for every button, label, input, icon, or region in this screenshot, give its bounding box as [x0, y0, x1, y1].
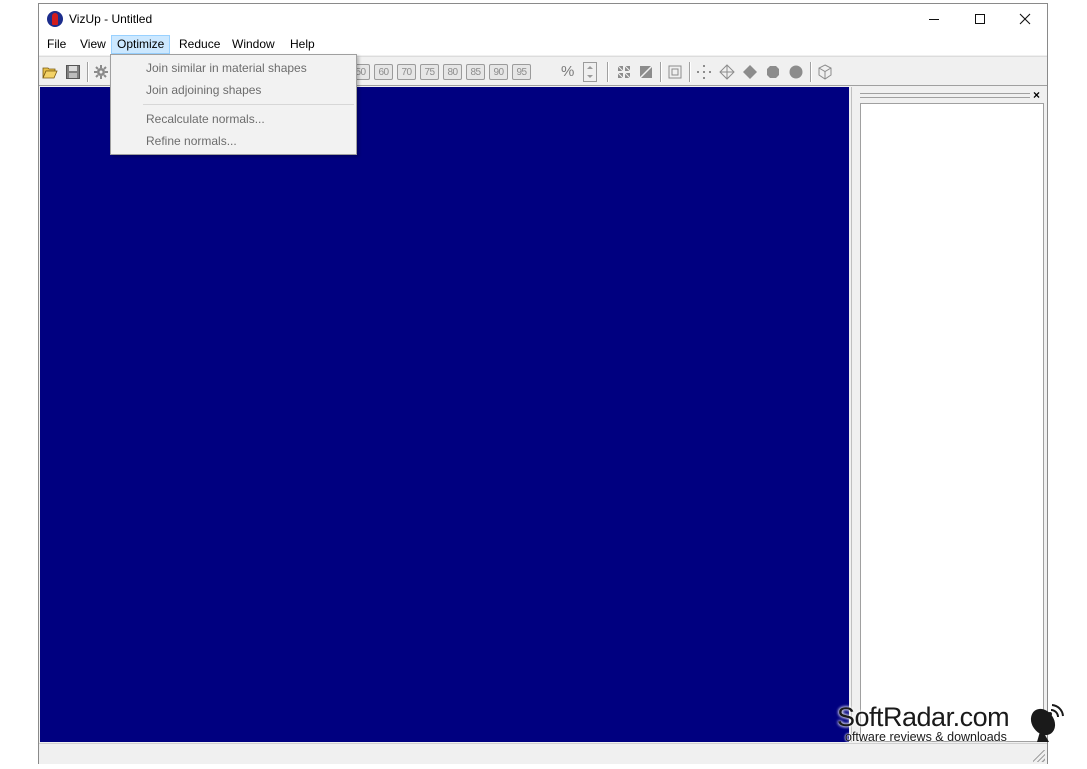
- percent-spinner[interactable]: [583, 62, 597, 82]
- menu-reduce[interactable]: Reduce: [173, 35, 226, 54]
- close-window-button[interactable]: [1002, 4, 1048, 34]
- minimize-icon: [929, 18, 939, 20]
- panel-close-button[interactable]: ×: [1033, 88, 1040, 102]
- app-logo-icon: [47, 11, 63, 27]
- menu-help[interactable]: Help: [284, 35, 321, 54]
- menu-view[interactable]: View: [74, 35, 112, 54]
- toolbar-separator: [660, 62, 661, 82]
- menu-item-join-adjoining[interactable]: Join adjoining shapes: [112, 79, 355, 101]
- title-bar[interactable]: VizUp - Untitled: [39, 4, 1047, 34]
- menu-bar: File View Optimize Reduce Window Help: [39, 34, 1047, 55]
- spin-up-icon[interactable]: [587, 66, 593, 69]
- reduce-95-button[interactable]: 95: [512, 64, 531, 80]
- toolbar-separator: [607, 62, 608, 82]
- diagonal-view-icon[interactable]: [638, 64, 654, 80]
- diamond-icon[interactable]: [742, 64, 758, 80]
- window-title: VizUp - Untitled: [69, 12, 153, 26]
- cube-icon[interactable]: [817, 64, 833, 80]
- toolbar-separator: [810, 62, 811, 82]
- percent-sign: %: [561, 63, 575, 80]
- optimize-menu-dropdown: Join similar in material shapes Join adj…: [110, 54, 357, 155]
- points-icon[interactable]: [696, 64, 712, 80]
- reduce-75-button[interactable]: 75: [420, 64, 439, 80]
- maximize-button[interactable]: [957, 4, 1003, 34]
- 3d-viewport[interactable]: [40, 87, 849, 742]
- menu-item-join-similar[interactable]: Join similar in material shapes: [112, 57, 355, 79]
- reduce-85-button[interactable]: 85: [466, 64, 485, 80]
- toolbar-separator: [689, 62, 690, 82]
- reduce-60-button[interactable]: 60: [374, 64, 393, 80]
- reduce-90-button[interactable]: 90: [489, 64, 508, 80]
- menu-separator: [143, 104, 354, 105]
- save-icon[interactable]: [65, 64, 81, 80]
- menu-optimize[interactable]: Optimize: [111, 35, 171, 54]
- reduce-70-button[interactable]: 70: [397, 64, 416, 80]
- smooth-sphere-icon[interactable]: [788, 64, 804, 80]
- flat-sphere-icon[interactable]: [765, 64, 781, 80]
- softradar-watermark: SoftRadar.com oftware reviews & download…: [837, 702, 1077, 746]
- menu-window[interactable]: Window: [226, 35, 281, 54]
- menu-item-refine-normals[interactable]: Refine normals...: [112, 130, 355, 152]
- status-bar: [39, 743, 1047, 764]
- open-folder-icon[interactable]: [42, 64, 58, 80]
- panel-grip[interactable]: [860, 93, 1030, 98]
- menu-item-recalculate-normals[interactable]: Recalculate normals...: [112, 108, 355, 130]
- side-panel: ×: [851, 87, 1047, 742]
- watermark-brand: SoftRadar.com: [837, 702, 1010, 732]
- vertex-icon[interactable]: [719, 64, 735, 80]
- resize-grip-icon[interactable]: [1033, 750, 1045, 762]
- spin-down-icon[interactable]: [587, 75, 593, 78]
- maximize-icon: [975, 14, 985, 24]
- minimize-button[interactable]: [911, 4, 957, 34]
- gear-icon[interactable]: [93, 64, 109, 80]
- grid-view-icon[interactable]: [616, 64, 632, 80]
- scene-tree-pane[interactable]: [860, 103, 1044, 742]
- close-icon: [1019, 13, 1031, 25]
- menu-file[interactable]: File: [41, 35, 72, 54]
- watermark-tagline: oftware reviews & downloads: [845, 730, 1007, 744]
- satellite-dish-icon: [1027, 700, 1067, 747]
- frame-view-icon[interactable]: [667, 64, 683, 80]
- toolbar-separator: [87, 62, 88, 82]
- reduce-80-button[interactable]: 80: [443, 64, 462, 80]
